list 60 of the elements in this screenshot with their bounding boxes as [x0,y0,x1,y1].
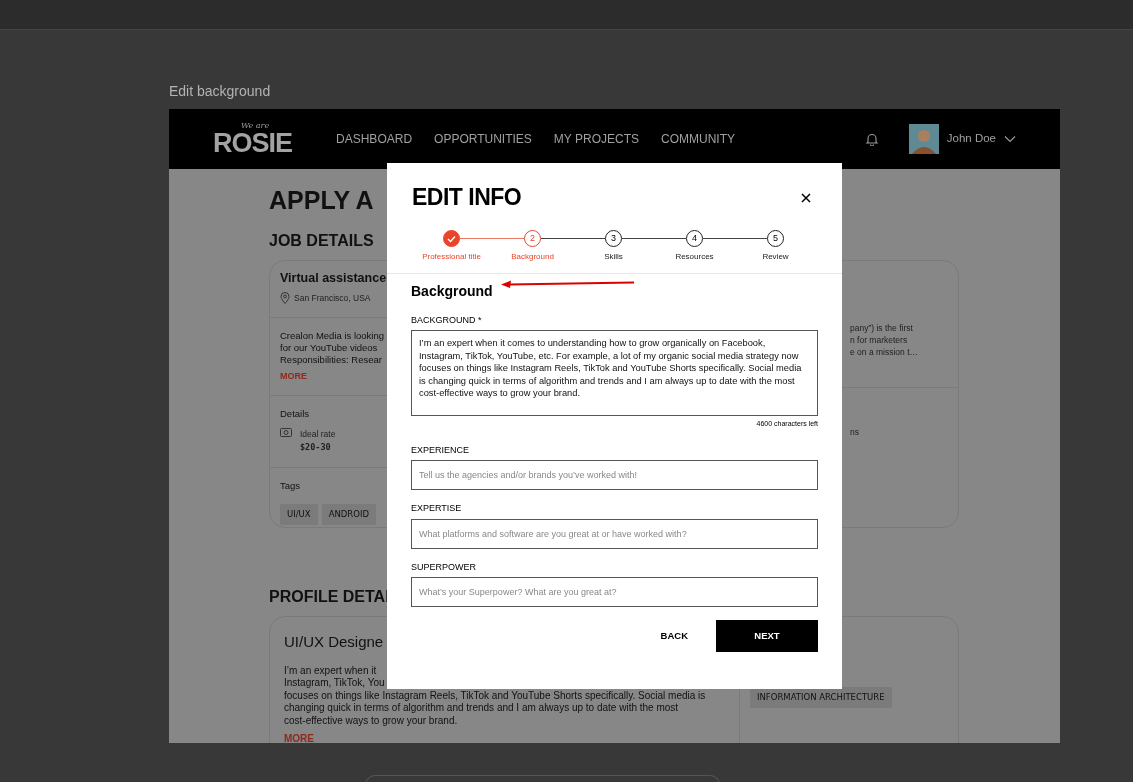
description-line: focuses on things like Instagram Reels, TikTok and YouTube Shorts specifically. Social media is [284,689,706,702]
nav-link[interactable]: COMMUNITY [660,130,735,148]
page-title: APPLY A [269,185,374,216]
description-line: for our YouTube videos [280,342,378,354]
step-label: Professional title [422,251,481,263]
description-line: pany”) is the first [850,322,913,334]
modal-title: EDIT INFO [412,184,522,212]
tags-heading: Tags [280,480,301,492]
tag: ANDROID [321,504,376,525]
field-label: EXPERIENCE [411,443,470,457]
input-field[interactable]: What platforms and software are you great at or have worked with? [411,518,818,549]
step-circle[interactable]: 4 [686,230,703,247]
logo: ROSIE [213,129,293,157]
input-field[interactable]: Tell us the agencies and/or brands you’ve worked with! [411,460,818,491]
user-name[interactable]: John Doe [946,130,996,148]
field-label: BACKGROUND * [411,313,482,327]
step-label: Review [762,251,789,263]
description-line: I’m an expert when it [284,664,377,677]
description-line: cost-effective ways to grow your brand. [284,714,458,727]
description-line: Responsibilities: Resear [280,354,382,366]
money-icon [280,428,292,438]
field-label: SUPERPOWER [411,560,476,574]
rate-label: Ideal rate [300,428,336,441]
description-line: changing quick in terms of algorithm and trends and I am always up to date with the most [284,702,679,715]
step-circle[interactable]: 2 [524,230,541,247]
nav-link[interactable]: MY PROJECTS [553,130,639,148]
rate-value: $20-30 [300,440,331,454]
profile-title: UI/UX Designe [284,632,384,652]
avatar-icon [908,124,939,154]
section-title: JOB DETAILS [269,231,374,251]
tag: INFORMATION ARCHITECTURE [750,687,892,708]
nav-link[interactable]: OPPORTUNITIES [434,130,532,148]
job-location: San Francisco, USA [294,291,371,305]
step-circle[interactable]: 3 [605,230,622,247]
job-title: Virtual assistance [280,270,387,287]
step-circle[interactable] [443,230,460,247]
details-heading: Details [280,408,310,420]
description-line: Crealon Media is looking [280,330,385,342]
location-pin-icon [280,292,290,305]
nav-link[interactable]: DASHBOARD [336,130,413,148]
text-area[interactable]: I’m an expert when it comes to understanding how to grow organically on Facebook, Instagram, TikTok, YouTube, etc. For example, a lot of my organic social media strategy now focuses on things like Instagram Reels, TikTok and YouTube Shorts specifically. Social media is changing quick in terms of algorithm and trends and I am always up to date with the most cost-effective ways to grow your brand. [411,330,818,417]
chevron-down-icon [1004,135,1016,143]
frame-label: Edit background [169,82,272,101]
bell-icon[interactable] [864,132,879,146]
logo-tagline: We are [241,121,271,130]
next-button[interactable]: NEXT [716,620,818,653]
check-icon [447,234,456,243]
tag: UI/UX [280,504,318,525]
step-label: Resources [675,251,714,263]
description-line: Instagram, TikTok, You [284,677,385,690]
description-line: n for marketers [850,334,908,346]
field-label: EXPERTISE [411,502,462,516]
detail-text: ns [850,426,859,438]
section-heading: Background [411,283,493,300]
step-label: Background [511,251,554,263]
step-circle[interactable]: 5 [767,230,784,247]
input-field[interactable]: What’s your Superpower? What are you great at? [411,577,818,608]
description-line: e on a mission t… [850,346,919,358]
step-label: Skills [604,251,623,263]
back-button[interactable]: BACK [642,621,706,652]
